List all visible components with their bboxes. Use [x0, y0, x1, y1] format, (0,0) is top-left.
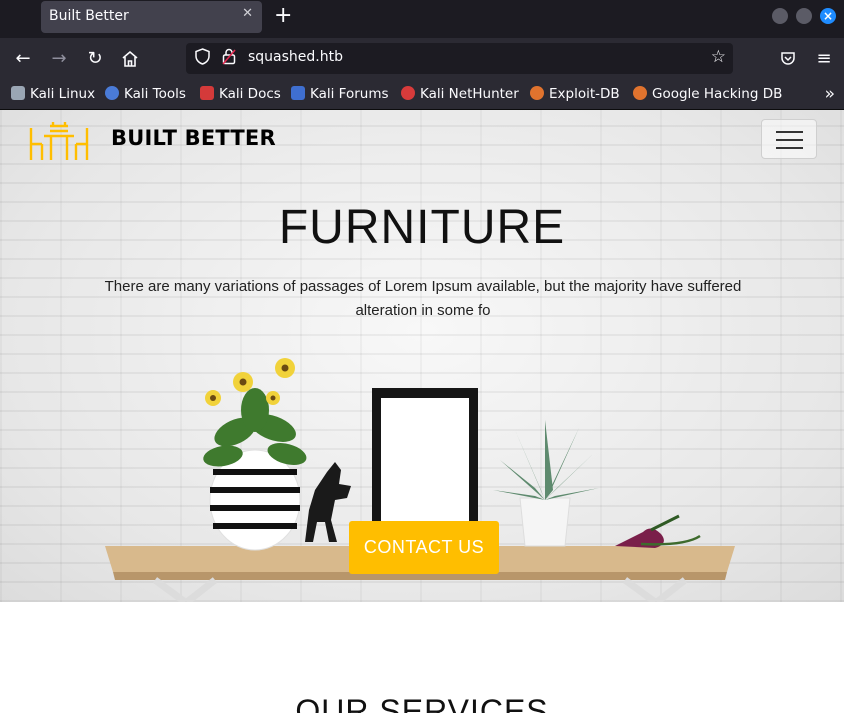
- home-icon[interactable]: [119, 48, 141, 70]
- hamburger-bar: [776, 131, 803, 133]
- bookmark-kali-docs[interactable]: Kali Docs: [200, 86, 281, 102]
- tracking-protection-shield-icon[interactable]: [195, 48, 210, 69]
- back-arrow-icon[interactable]: ←: [12, 48, 34, 70]
- address-bar[interactable]: squashed.htb ☆: [186, 43, 733, 74]
- hero-description: There are many variations of passages of…: [104, 278, 742, 319]
- tab-title: Built Better: [49, 8, 129, 24]
- menu-toggle-button[interactable]: [761, 119, 817, 159]
- site-header: BUILT BETTER: [0, 110, 844, 168]
- reload-icon[interactable]: ↻: [84, 48, 106, 70]
- hamburger-bar: [776, 147, 803, 149]
- bookmark-star-icon[interactable]: ☆: [711, 47, 726, 67]
- exploitdb-icon: [530, 86, 544, 100]
- kali-nethunter-icon: [401, 86, 415, 100]
- close-window-button[interactable]: ×: [820, 8, 836, 24]
- brand-name[interactable]: BUILT BETTER: [111, 126, 276, 150]
- table-chairs-logo-icon[interactable]: [28, 118, 90, 162]
- bookmark-google-hacking-db[interactable]: Google Hacking DB: [633, 86, 782, 102]
- maximize-button[interactable]: [796, 8, 812, 24]
- pocket-icon[interactable]: [777, 48, 799, 70]
- forward-arrow-icon[interactable]: →: [48, 48, 70, 70]
- web-page: BUILT BETTER FURNITURE There are many va…: [0, 110, 844, 713]
- bookmark-kali-forums[interactable]: Kali Forums: [291, 86, 389, 102]
- kali-dragon-icon: [11, 86, 25, 100]
- kali-forums-icon: [291, 86, 305, 100]
- minimize-button[interactable]: [772, 8, 788, 24]
- ghdb-icon: [633, 86, 647, 100]
- tab-strip: Built Better ✕ + ×: [0, 0, 844, 38]
- bookmark-exploit-db[interactable]: Exploit-DB: [530, 86, 620, 102]
- bookmark-kali-nethunter[interactable]: Kali NetHunter: [401, 86, 519, 102]
- bookmarks-toolbar: Kali Linux Kali Tools Kali Docs Kali For…: [0, 79, 844, 110]
- services-heading: OUR SERVICES: [295, 693, 549, 713]
- new-tab-button[interactable]: +: [274, 5, 292, 27]
- close-tab-icon[interactable]: ✕: [242, 6, 253, 21]
- hero-section: BUILT BETTER FURNITURE There are many va…: [0, 110, 844, 602]
- navigation-toolbar: ← → ↻ squashed.htb ☆ ≡: [0, 38, 844, 79]
- hero-title: FURNITURE: [278, 201, 566, 254]
- hamburger-bar: [776, 139, 803, 141]
- insecure-lock-icon[interactable]: [222, 48, 236, 69]
- menu-hamburger-icon[interactable]: ≡: [813, 48, 835, 70]
- contact-us-button[interactable]: CONTACT US: [349, 521, 499, 574]
- bookmark-kali-tools[interactable]: Kali Tools: [105, 86, 186, 102]
- chevron-more-bookmarks-icon[interactable]: »: [825, 84, 835, 104]
- tab-built-better[interactable]: Built Better ✕: [41, 1, 262, 33]
- url-text[interactable]: squashed.htb: [248, 49, 343, 65]
- kali-tools-icon: [105, 86, 119, 100]
- kali-docs-icon: [200, 86, 214, 100]
- bookmark-kali-linux[interactable]: Kali Linux: [11, 86, 95, 102]
